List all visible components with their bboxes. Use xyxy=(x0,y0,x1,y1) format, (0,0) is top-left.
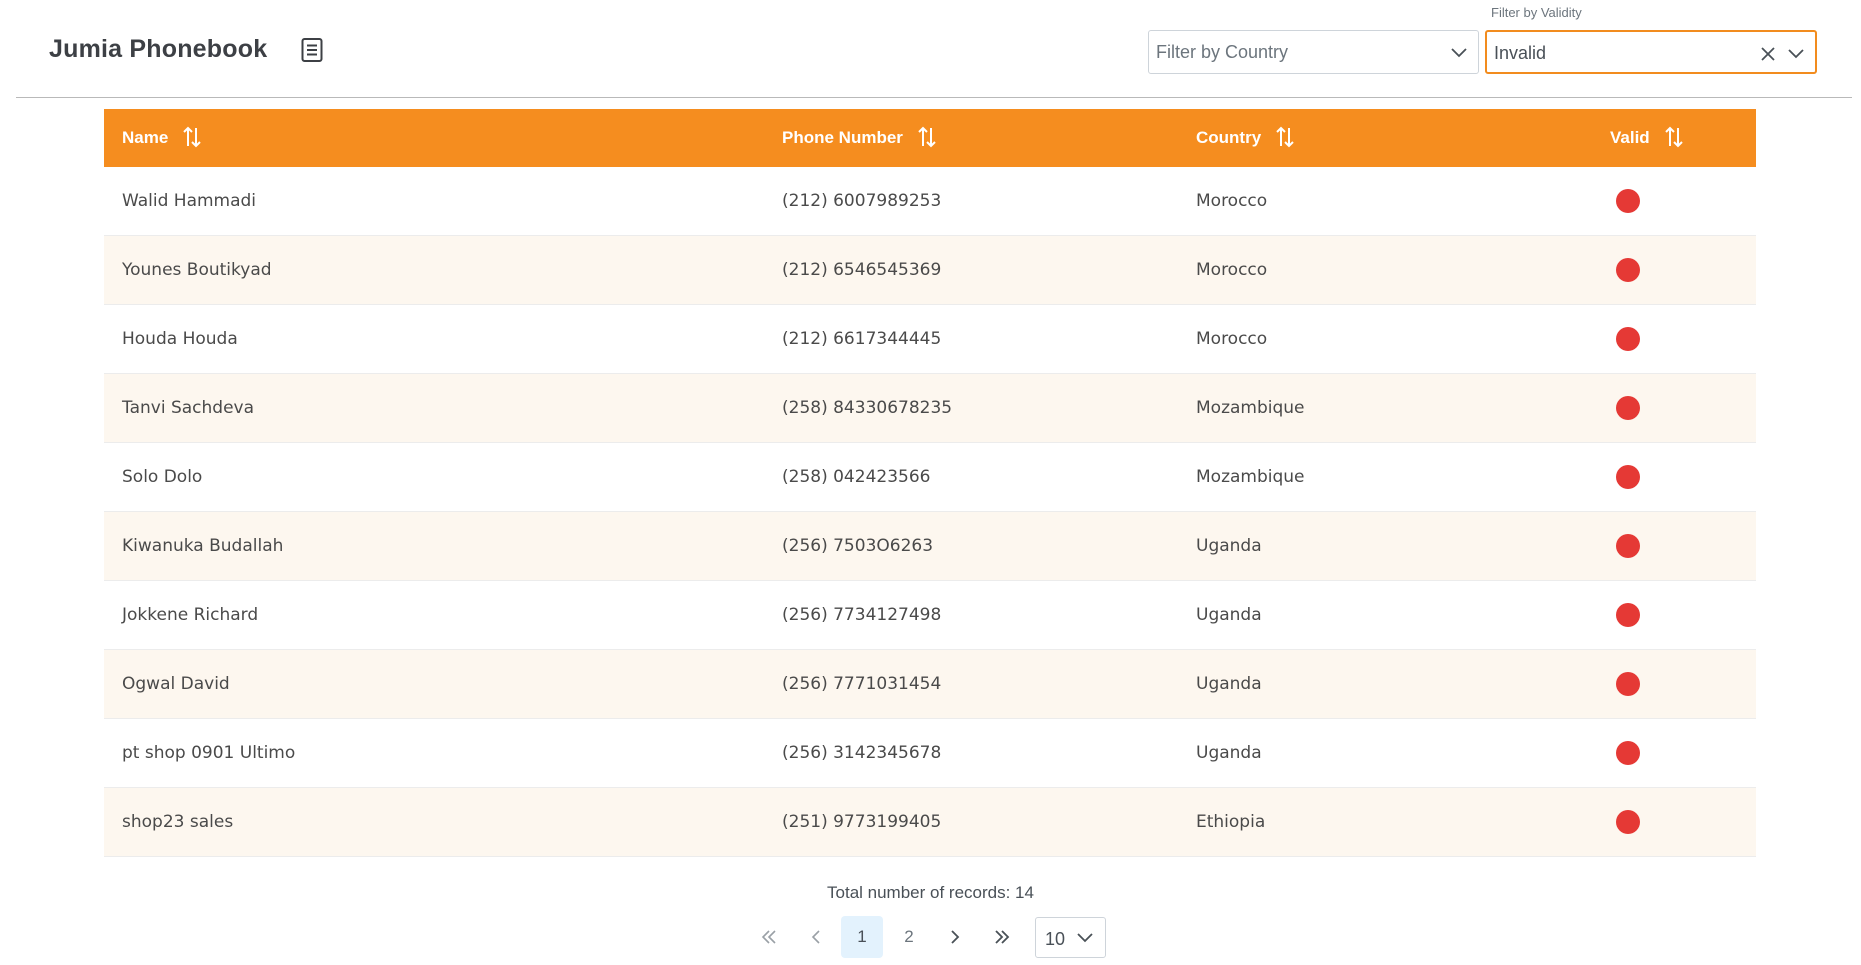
invalid-status-dot xyxy=(1616,603,1640,627)
chevrons-right-icon xyxy=(995,930,1010,944)
cell-phone: (256) 7503O6263 xyxy=(782,536,934,556)
cell-country: Mozambique xyxy=(1196,467,1305,487)
cell-country: Uganda xyxy=(1196,674,1262,694)
chevrons-left-icon xyxy=(761,930,776,944)
app-header: Jumia Phonebook Filter by Country Filter… xyxy=(0,0,1861,100)
cell-phone: (212) 6007989253 xyxy=(782,191,942,211)
cell-phone: (251) 9773199405 xyxy=(782,812,942,832)
cell-name: pt shop 0901 Ultimo xyxy=(122,743,296,763)
sort-icon[interactable] xyxy=(1275,126,1295,148)
table-row[interactable]: shop23 sales (251) 9773199405 Ethiopia xyxy=(104,788,1756,857)
chevron-down-icon[interactable] xyxy=(1450,44,1468,62)
cell-country: Mozambique xyxy=(1196,398,1305,418)
invalid-status-dot xyxy=(1616,189,1640,213)
invalid-status-dot xyxy=(1616,258,1640,282)
previous-page-button[interactable] xyxy=(795,916,837,958)
validity-filter-value: Invalid xyxy=(1494,43,1547,63)
clear-icon[interactable] xyxy=(1759,45,1777,63)
table-row[interactable]: Younes Boutikyad (212) 6546545369 Morocc… xyxy=(104,236,1756,305)
page-button-2[interactable]: 2 xyxy=(888,916,930,958)
validity-filter-label: Filter by Validity xyxy=(1491,5,1582,20)
invalid-status-dot xyxy=(1616,810,1640,834)
cell-name: Solo Dolo xyxy=(122,467,203,487)
rows-per-page-value: 10 xyxy=(1045,929,1066,949)
document-list-icon[interactable] xyxy=(300,37,324,63)
total-records-label: Total number of records: 14 xyxy=(827,883,1034,902)
last-page-button[interactable] xyxy=(981,916,1023,958)
table-row[interactable]: Houda Houda (212) 6617344445 Morocco xyxy=(104,305,1756,374)
table-row[interactable]: Tanvi Sachdeva (258) 84330678235 Mozambi… xyxy=(104,374,1756,443)
cell-country: Uganda xyxy=(1196,605,1262,625)
table-row[interactable]: Ogwal David (256) 7771031454 Uganda xyxy=(104,650,1756,719)
invalid-status-dot xyxy=(1616,327,1640,351)
first-page-button[interactable] xyxy=(748,916,790,958)
cell-phone: (256) 7771031454 xyxy=(782,674,942,694)
cell-country: Ethiopia xyxy=(1196,812,1266,832)
cell-country: Morocco xyxy=(1196,191,1268,211)
table-row[interactable]: Jokkene Richard (256) 7734127498 Uganda xyxy=(104,581,1756,650)
table-row[interactable]: Walid Hammadi (212) 6007989253 Morocco xyxy=(104,167,1756,236)
invalid-status-dot xyxy=(1616,465,1640,489)
invalid-status-dot xyxy=(1616,672,1640,696)
table-row[interactable]: Solo Dolo (258) 042423566 Mozambique xyxy=(104,443,1756,512)
table-row[interactable]: pt shop 0901 Ultimo (256) 3142345678 Uga… xyxy=(104,719,1756,788)
sort-icon[interactable] xyxy=(1664,126,1684,148)
chevron-down-icon[interactable] xyxy=(1787,45,1805,63)
cell-name: Tanvi Sachdeva xyxy=(122,398,255,418)
validity-filter-dropdown[interactable]: Invalid xyxy=(1485,30,1817,74)
table-row[interactable]: Kiwanuka Budallah (256) 7503O6263 Uganda xyxy=(104,512,1756,581)
cell-phone: (256) 3142345678 xyxy=(782,743,942,763)
cell-name: Houda Houda xyxy=(122,329,238,349)
cell-phone: (212) 6546545369 xyxy=(782,260,942,280)
column-header-name[interactable]: Name xyxy=(122,109,202,167)
table-header: Name Phone Number Country Valid xyxy=(104,109,1756,167)
column-header-valid[interactable]: Valid xyxy=(1610,109,1684,167)
invalid-status-dot xyxy=(1616,396,1640,420)
cell-name: Younes Boutikyad xyxy=(122,260,272,280)
table-body: Walid Hammadi (212) 6007989253 Morocco Y… xyxy=(104,167,1756,857)
chevron-left-icon xyxy=(811,930,820,944)
invalid-status-dot xyxy=(1616,741,1640,765)
next-page-button[interactable] xyxy=(934,916,976,958)
phonebook-table: Name Phone Number Country Valid Walid Ha… xyxy=(104,109,1756,857)
column-header-phone[interactable]: Phone Number xyxy=(782,109,937,167)
cell-name: Jokkene Richard xyxy=(122,605,259,625)
page-title: Jumia Phonebook xyxy=(49,35,268,63)
rows-per-page-dropdown[interactable]: 10 xyxy=(1035,917,1106,958)
chevron-right-icon xyxy=(951,930,960,944)
cell-phone: (256) 7734127498 xyxy=(782,605,942,625)
cell-phone: (258) 042423566 xyxy=(782,467,931,487)
cell-phone: (258) 84330678235 xyxy=(782,398,953,418)
sort-icon[interactable] xyxy=(917,126,937,148)
header-divider xyxy=(16,97,1852,98)
cell-name: Walid Hammadi xyxy=(122,191,257,211)
cell-country: Morocco xyxy=(1196,329,1268,349)
cell-country: Uganda xyxy=(1196,743,1262,763)
cell-country: Uganda xyxy=(1196,536,1262,556)
country-filter-placeholder: Filter by Country xyxy=(1156,42,1289,62)
cell-phone: (212) 6617344445 xyxy=(782,329,942,349)
cell-name: Kiwanuka Budallah xyxy=(122,536,284,556)
invalid-status-dot xyxy=(1616,534,1640,558)
cell-name: Ogwal David xyxy=(122,674,230,694)
cell-name: shop23 sales xyxy=(122,812,234,832)
column-header-country[interactable]: Country xyxy=(1196,109,1295,167)
chevron-down-icon[interactable] xyxy=(1076,929,1094,947)
country-filter-dropdown[interactable]: Filter by Country xyxy=(1148,30,1479,74)
cell-country: Morocco xyxy=(1196,260,1268,280)
page-button-1[interactable]: 1 xyxy=(841,916,883,958)
sort-icon[interactable] xyxy=(182,126,202,148)
